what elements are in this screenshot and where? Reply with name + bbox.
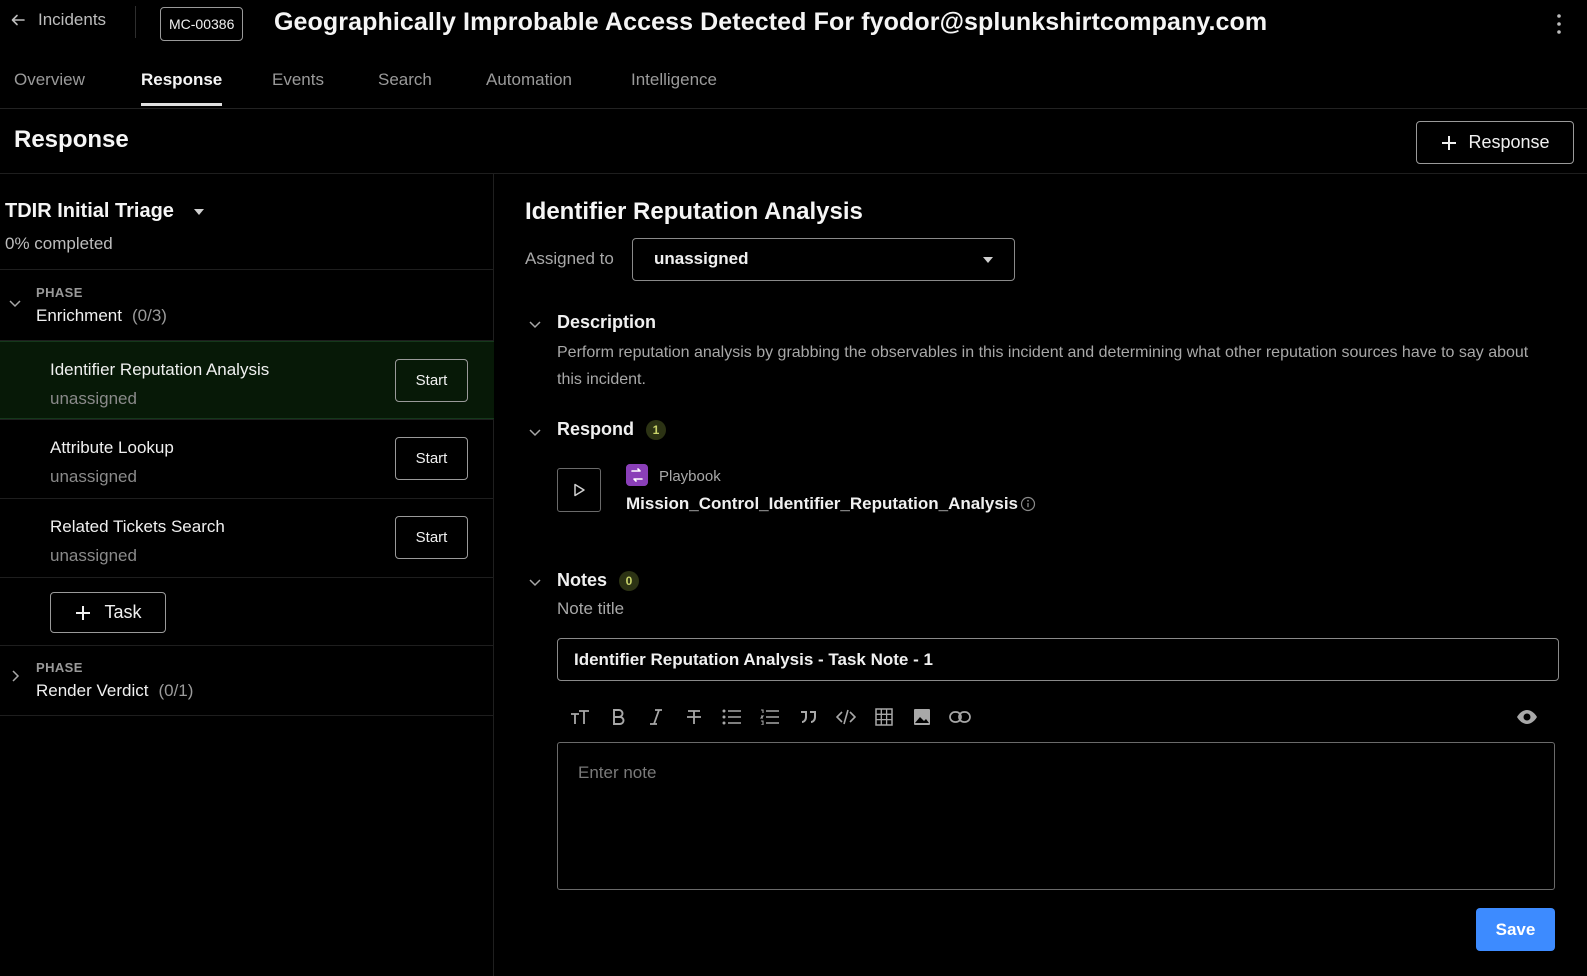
- phase-name: Enrichment (0/3): [36, 306, 167, 326]
- respond-section-title[interactable]: Respond 1: [557, 419, 667, 441]
- phase-name: Render Verdict (0/1): [36, 681, 193, 701]
- task-assignee: unassigned: [50, 546, 137, 565]
- back-link-label: Incidents: [38, 10, 107, 29]
- task-detail-title: Identifier Reputation Analysis: [525, 198, 863, 225]
- tab-search[interactable]: Search: [378, 70, 432, 90]
- strikethrough-icon[interactable]: [682, 705, 706, 729]
- phase-title: Render Verdict: [36, 681, 149, 700]
- tabs-divider: [0, 108, 1587, 109]
- tab-automation[interactable]: Automation: [486, 70, 572, 90]
- italic-icon[interactable]: [644, 705, 668, 729]
- task-name: Identifier Reputation Analysis: [50, 360, 270, 379]
- playbook-name[interactable]: Mission_Control_Identifier_Reputation_An…: [626, 494, 1018, 514]
- bold-icon[interactable]: [606, 705, 630, 729]
- info-icon[interactable]: [1020, 496, 1036, 512]
- text-size-icon[interactable]: [568, 705, 592, 729]
- run-playbook-button[interactable]: [557, 468, 601, 512]
- notes-section-title[interactable]: Notes 0: [557, 570, 640, 592]
- workbook-selector[interactable]: TDIR Initial Triage: [5, 200, 204, 223]
- save-note-button[interactable]: Save: [1476, 908, 1555, 951]
- task-assignee: unassigned: [50, 467, 137, 486]
- assignee-value: unassigned: [654, 249, 749, 268]
- add-task-label: Task: [104, 602, 142, 622]
- task-item-attribute-lookup[interactable]: Attribute Lookup unassigned Start: [0, 420, 494, 498]
- caret-down-icon: [983, 257, 993, 263]
- divider: [0, 577, 494, 578]
- phase-label: PHASE: [36, 285, 83, 300]
- chevron-down-icon[interactable]: [528, 575, 542, 589]
- caret-down-icon: [193, 208, 204, 215]
- add-response-button[interactable]: Response: [1416, 121, 1574, 164]
- workbook-progress: 0% completed: [5, 234, 113, 253]
- tab-overview[interactable]: Overview: [14, 70, 85, 90]
- task-name: Related Tickets Search: [50, 517, 225, 536]
- incident-tabs: Overview Response Events Search Automati…: [0, 62, 1587, 108]
- description-text: Perform reputation analysis by grabbing …: [557, 344, 1529, 388]
- start-task-button[interactable]: Start: [395, 516, 468, 559]
- divider: [0, 715, 494, 716]
- bulleted-list-icon[interactable]: [720, 705, 744, 729]
- assigned-to-label: Assigned to: [525, 249, 614, 268]
- phase-render-verdict[interactable]: PHASE Render Verdict (0/1): [0, 646, 494, 716]
- start-task-button[interactable]: Start: [395, 359, 468, 402]
- phase-count: (0/1): [158, 681, 194, 700]
- respond-title: Respond: [557, 419, 635, 439]
- plus-icon: [1442, 135, 1457, 150]
- note-title-label: Note title: [557, 599, 625, 618]
- incident-id-badge: MC-00386: [160, 7, 244, 41]
- plus-icon: [76, 605, 91, 620]
- add-response-label: Response: [1468, 132, 1550, 152]
- tab-intelligence[interactable]: Intelligence: [631, 70, 717, 90]
- tab-response[interactable]: Response: [141, 70, 223, 106]
- workbook-panel: TDIR Initial Triage 0% completed PHASE E…: [0, 174, 494, 976]
- respond-count-badge: 1: [646, 420, 667, 441]
- link-icon[interactable]: [948, 705, 972, 729]
- task-item-identifier-reputation-analysis[interactable]: Identifier Reputation Analysis unassigne…: [0, 341, 494, 419]
- play-icon: [574, 483, 585, 497]
- phase-title: Enrichment: [36, 306, 122, 325]
- tab-events[interactable]: Events: [272, 70, 324, 90]
- quote-icon[interactable]: [796, 705, 820, 729]
- playbook-icon: [626, 464, 648, 486]
- page-title: Response: [14, 126, 129, 153]
- incident-title: Geographically Improbable Access Detecte…: [274, 8, 1268, 36]
- assignee-select[interactable]: unassigned: [632, 238, 1015, 281]
- arrow-left-icon: [11, 14, 25, 26]
- notes-title: Notes: [557, 570, 608, 590]
- task-item-related-tickets-search[interactable]: Related Tickets Search unassigned Start: [0, 499, 494, 577]
- description-section-title[interactable]: Description: [557, 312, 656, 333]
- task-name: Attribute Lookup: [50, 438, 174, 457]
- note-editor[interactable]: [557, 742, 1555, 890]
- phase-count: (0/3): [131, 306, 167, 325]
- table-icon[interactable]: [872, 705, 896, 729]
- chevron-right-icon: [12, 670, 20, 682]
- phase-label: PHASE: [36, 660, 83, 675]
- workbook-name: TDIR Initial Triage: [5, 200, 174, 222]
- numbered-list-icon[interactable]: [758, 705, 782, 729]
- preview-eye-icon[interactable]: [1515, 705, 1539, 729]
- phase-enrichment[interactable]: PHASE Enrichment (0/3): [0, 270, 494, 340]
- code-icon[interactable]: [834, 705, 858, 729]
- add-task-button[interactable]: Task: [50, 592, 166, 633]
- chevron-down-icon[interactable]: [528, 425, 542, 439]
- incident-header: Incidents MC-00386 Geographically Improb…: [0, 0, 1587, 48]
- header-divider: [135, 6, 136, 38]
- chevron-down-icon: [9, 300, 21, 308]
- task-detail-panel: Identifier Reputation Analysis Assigned …: [495, 174, 1587, 976]
- image-icon[interactable]: [910, 705, 934, 729]
- notes-count-badge: 0: [619, 571, 640, 592]
- chevron-down-icon[interactable]: [528, 317, 542, 331]
- note-title-input[interactable]: [557, 638, 1559, 681]
- more-options-icon[interactable]: [1556, 12, 1562, 36]
- task-assignee: unassigned: [50, 389, 137, 408]
- playbook-type-label: Playbook: [659, 468, 721, 485]
- start-task-button[interactable]: Start: [395, 437, 468, 480]
- back-to-incidents-link[interactable]: Incidents: [10, 10, 106, 30]
